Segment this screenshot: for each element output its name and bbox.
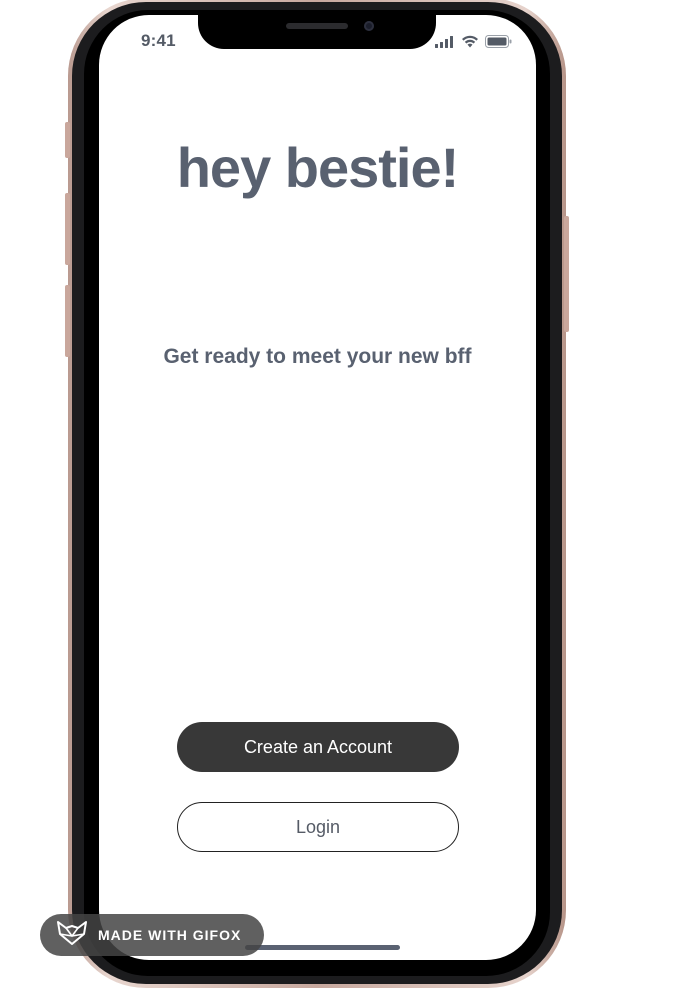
fox-logo-icon [56, 920, 88, 951]
signal-icon [435, 35, 455, 53]
notch [198, 15, 436, 49]
wifi-icon [461, 35, 479, 53]
battery-icon [485, 35, 512, 53]
volume-down-button [65, 285, 70, 357]
status-time: 9:41 [141, 31, 176, 50]
create-account-button[interactable]: Create an Account [177, 722, 459, 772]
login-button[interactable]: Login [177, 802, 459, 852]
welcome-heading: hey bestie! [176, 136, 460, 199]
home-indicator[interactable] [245, 945, 400, 950]
watermark-label: MADE WITH GIFOX [98, 927, 242, 943]
volume-up-button [65, 193, 70, 265]
power-button [564, 216, 569, 332]
status-icons [435, 35, 512, 53]
phone-screen: 9:41 hey bestie! Get ready to meet your … [99, 15, 536, 960]
front-camera-icon [364, 21, 374, 31]
gifox-watermark: MADE WITH GIFOX [40, 914, 264, 956]
silent-switch [65, 122, 70, 158]
app-stage: 9:41 hey bestie! Get ready to meet your … [0, 0, 686, 996]
speaker-grille [286, 23, 348, 29]
welcome-subtitle: Get ready to meet your new bff [163, 345, 472, 368]
